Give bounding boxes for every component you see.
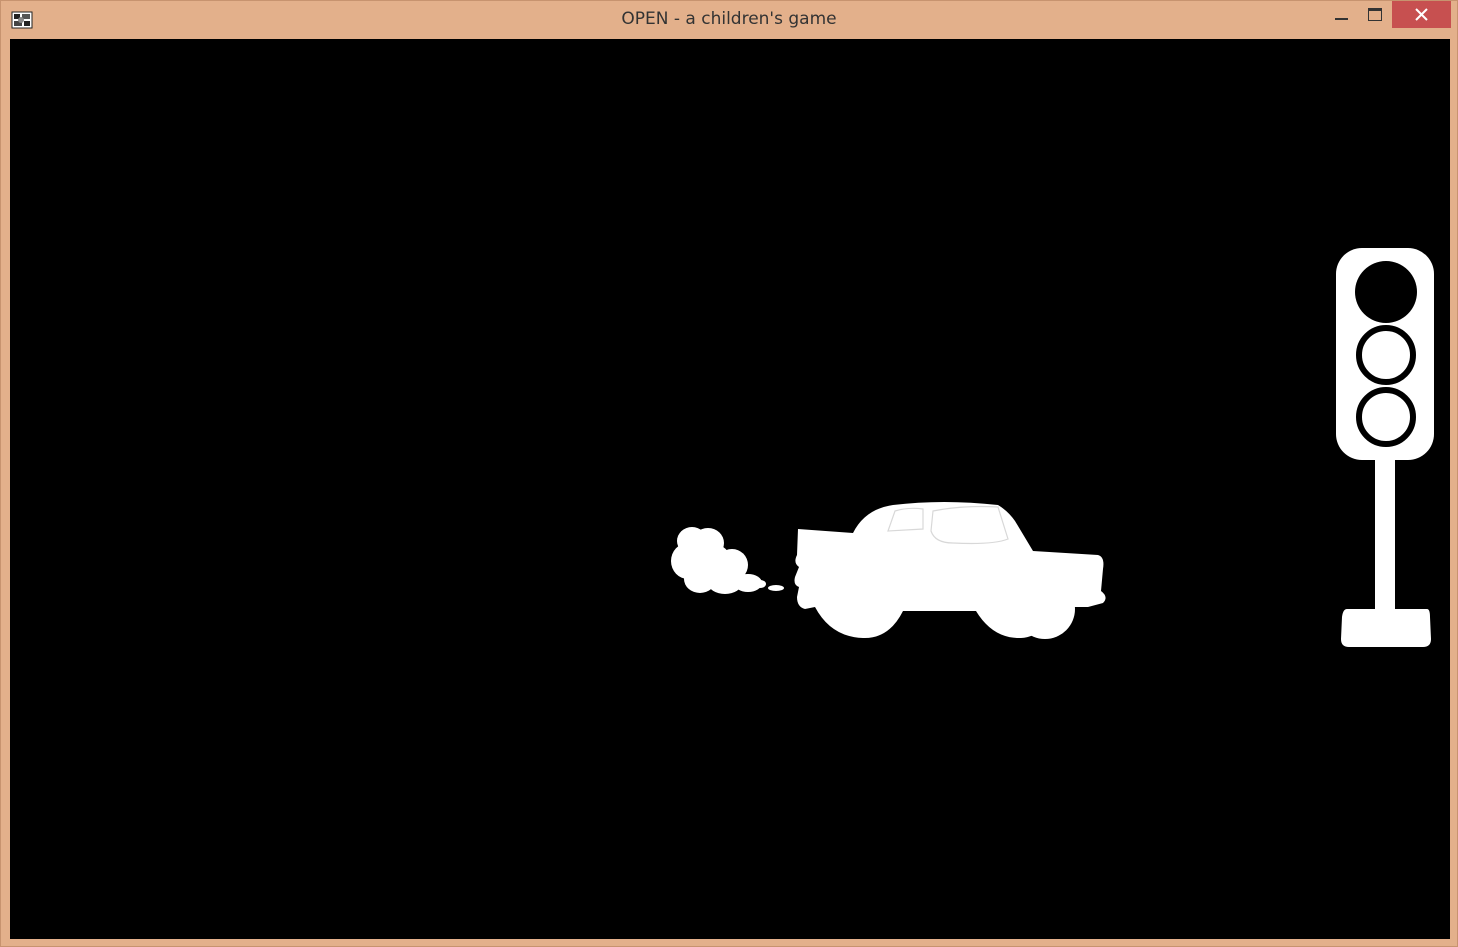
window-title: OPEN - a children's game [621, 9, 837, 29]
app-window: OPEN - a children's game [0, 0, 1458, 947]
traffic-light-top-lamp [1355, 261, 1417, 323]
traffic-light-middle-lamp [1356, 325, 1416, 385]
minimize-icon [1335, 18, 1348, 20]
traffic-light-bottom-lamp [1356, 387, 1416, 447]
close-icon [1415, 8, 1428, 21]
car-icon[interactable] [793, 499, 1113, 644]
minimize-button[interactable] [1326, 1, 1358, 28]
traffic-light[interactable] [1335, 247, 1435, 649]
close-button[interactable] [1392, 1, 1451, 28]
game-canvas[interactable] [10, 39, 1450, 939]
exhaust-smoke-icon [671, 527, 784, 594]
title-bar[interactable]: OPEN - a children's game [1, 1, 1457, 39]
maximize-icon [1368, 8, 1382, 21]
maximize-button[interactable] [1359, 1, 1391, 28]
